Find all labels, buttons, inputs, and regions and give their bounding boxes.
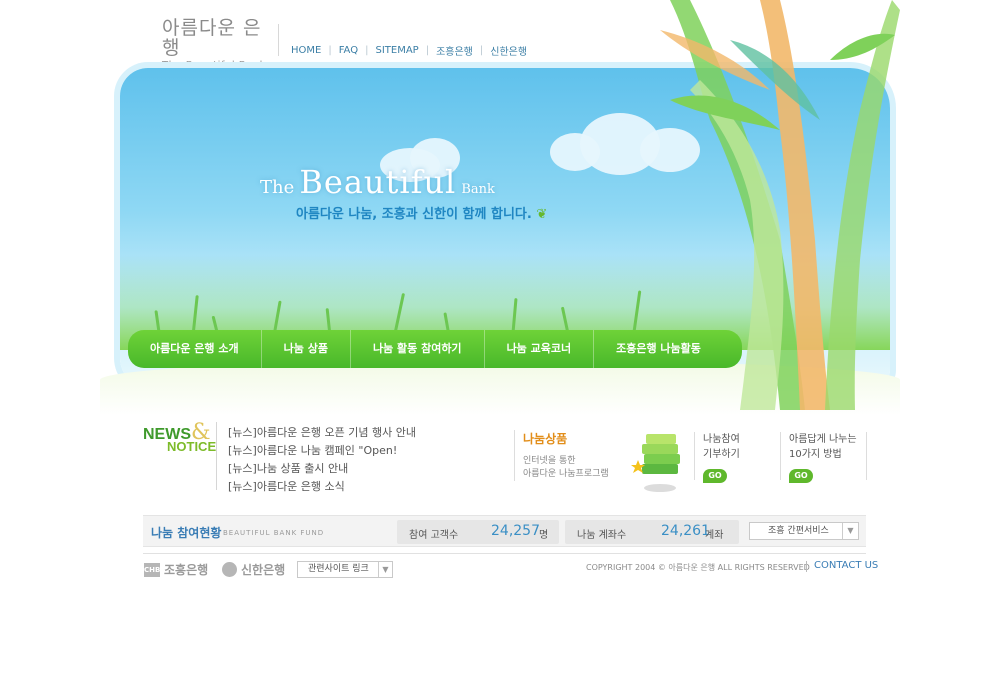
related-sites-value: 관련사이트 링크 <box>308 564 369 574</box>
shinhan-logo-icon <box>222 562 237 577</box>
participate-line2: 기부하기 <box>703 449 740 460</box>
chevron-down-icon: ▼ <box>842 523 858 539</box>
customers-unit: 명 <box>539 530 549 541</box>
main-nav-education[interactable]: 나눔 교육코너 <box>485 330 595 368</box>
nav-divider: | <box>365 45 369 56</box>
participation-status-bar: 나눔 참여현황 BEAUTIFUL BANK FUND 참여 고객수 24,25… <box>143 515 866 547</box>
site-logo[interactable]: 아름다운 은행 The Beautiful Bank <box>162 17 270 71</box>
top-nav-home[interactable]: HOME <box>291 45 321 56</box>
participate-box[interactable]: 나눔참여 기부하기 GO <box>694 432 780 483</box>
chohung-logo-icon: CHB <box>144 562 160 577</box>
tree-illustration <box>660 0 900 410</box>
main-nav-participate[interactable]: 나눔 활동 참여하기 <box>351 330 485 368</box>
chohung-bank-link[interactable]: CHB 조흥은행 <box>144 561 208 578</box>
service-select-value: 조흥 간편서비스 <box>768 526 829 536</box>
hero-title-beautiful: Beautiful <box>299 163 457 201</box>
ways-line2: 10가지 방법 <box>789 449 842 460</box>
shinhan-label: 신한은행 <box>241 563 286 577</box>
participate-line1: 나눔참여 <box>703 434 740 445</box>
sprout-icon: ❦ <box>536 207 548 222</box>
customers-value: 24,257 <box>491 523 540 539</box>
chevron-down-icon: ▼ <box>378 562 392 577</box>
product-desc-line1: 인터넷을 통한 <box>523 456 576 466</box>
main-nav-about[interactable]: 아름다운 은행 소개 <box>128 330 262 368</box>
customers-count-cell: 참여 고객수 24,257 명 <box>397 520 559 544</box>
hero-subtitle-text: 아름다운 나눔, 조흥과 신한이 함께 합니다. <box>296 207 532 222</box>
accounts-value: 24,261 <box>661 523 710 539</box>
copyright-divider <box>806 561 807 572</box>
related-sites-select[interactable]: 관련사이트 링크 ▼ <box>297 561 393 578</box>
news-item[interactable]: [뉴스]아름다운 은행 소식 <box>228 478 416 496</box>
chohung-label: 조흥은행 <box>164 563 209 577</box>
top-nav-chohung[interactable]: 조흥은행 <box>436 43 473 58</box>
product-desc: 인터넷을 통한 아름다운 나눔프로그램 <box>523 455 634 481</box>
hero-title-bank: Bank <box>461 182 495 197</box>
ways-go-button[interactable]: GO <box>789 469 813 483</box>
news-notice-logo: NEWS& NOTICE <box>143 420 217 460</box>
participate-go-button[interactable]: GO <box>703 469 727 483</box>
top-nav-sitemap[interactable]: SITEMAP <box>375 45 418 56</box>
hero-banner: The Beautiful Bank 아름다운 나눔, 조흥과 신한이 함께 합… <box>100 0 900 415</box>
notice-label: NOTICE <box>167 439 217 454</box>
news-item[interactable]: [뉴스]아름다운 나눔 캠페인 "Open! <box>228 442 416 460</box>
copyright-text: COPYRIGHT 2004 © 아름다운 은행 ALL RIGHTS RESE… <box>586 563 810 572</box>
hero-title: The Beautiful Bank <box>260 163 495 201</box>
ways-box[interactable]: 아름답게 나누는 10가지 방법 GO <box>780 432 866 483</box>
hero-title-the: The <box>260 177 295 198</box>
nav-divider: | <box>425 45 430 56</box>
product-title: 나눔상품 <box>523 432 568 446</box>
news-item[interactable]: [뉴스]아름다운 은행 오픈 기념 행사 안내 <box>228 424 416 442</box>
customers-label: 참여 고객수 <box>409 530 459 541</box>
top-nav-shinhan[interactable]: 신한은행 <box>490 43 527 58</box>
nav-divider: | <box>328 45 332 56</box>
news-item[interactable]: [뉴스]나눔 상품 출시 안내 <box>228 460 416 478</box>
books-icon <box>631 434 680 492</box>
status-title: 나눔 참여현황 <box>151 526 222 540</box>
main-nav-products[interactable]: 나눔 상품 <box>262 330 351 368</box>
footer-divider <box>143 553 866 554</box>
logo-korean: 아름다운 은행 <box>162 17 262 59</box>
column-divider <box>866 432 867 480</box>
ways-line1: 아름답게 나누는 <box>789 434 857 445</box>
news-list: [뉴스]아름다운 은행 오픈 기념 행사 안내 [뉴스]아름다운 나눔 캠페인 … <box>228 424 416 496</box>
contact-us-link[interactable]: CONTACT US <box>814 560 878 571</box>
service-select[interactable]: 조흥 간편서비스 ▼ <box>749 522 859 540</box>
top-nav: HOME | FAQ | SITEMAP | 조흥은행 | 신한은행 <box>291 43 527 58</box>
accounts-label: 나눔 계좌수 <box>577 530 627 541</box>
accounts-count-cell: 나눔 계좌수 24,261 계좌 <box>565 520 739 544</box>
top-nav-faq[interactable]: FAQ <box>339 45 358 56</box>
news-divider <box>216 422 217 490</box>
status-subtitle: BEAUTIFUL BANK FUND <box>223 529 325 537</box>
shinhan-bank-link[interactable]: 신한은행 <box>222 561 285 578</box>
logo-divider <box>278 24 279 56</box>
nav-divider: | <box>479 45 484 56</box>
accounts-unit: 계좌 <box>705 530 724 541</box>
product-desc-line2: 아름다운 나눔프로그램 <box>523 469 609 479</box>
product-box[interactable]: 나눔상품 인터넷을 통한 아름다운 나눔프로그램 <box>514 430 634 481</box>
hero-subtitle: 아름다운 나눔, 조흥과 신한이 함께 합니다. ❦ <box>296 203 547 222</box>
